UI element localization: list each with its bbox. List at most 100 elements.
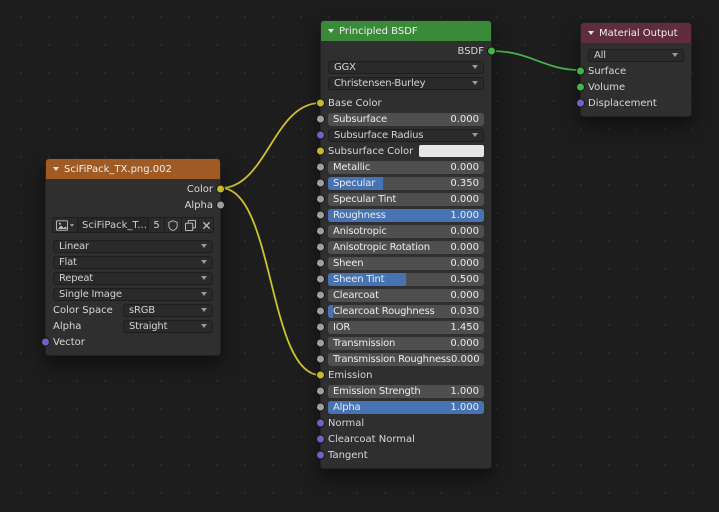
browse-image-button[interactable] — [52, 217, 78, 233]
socket-specular-tint-input[interactable] — [316, 195, 325, 204]
socket-clearcoat-input[interactable] — [316, 291, 325, 300]
chevron-down-icon — [472, 133, 478, 137]
base-color-label: Base Color — [328, 98, 382, 109]
material-output-header[interactable]: Material Output — [581, 23, 691, 43]
socket-clearcoat-roughness-input[interactable] — [316, 307, 325, 316]
clearcoat-slider[interactable]: Clearcoat0.000 — [328, 289, 484, 302]
principled-row-roughness: Roughness1.000 — [321, 207, 491, 223]
copy-icon — [185, 220, 196, 231]
principled-row-transmission-roughness: Transmission Roughness0.000 — [321, 351, 491, 367]
transmission-slider[interactable]: Transmission0.000 — [328, 337, 484, 350]
interpolation-select[interactable]: Linear — [53, 240, 213, 253]
principled-row-alpha: Alpha1.000 — [321, 399, 491, 415]
socket-roughness-input[interactable] — [316, 211, 325, 220]
chevron-down-icon — [201, 292, 207, 296]
subsurface-slider[interactable]: Subsurface0.000 — [328, 113, 484, 126]
socket-subsurface-color-input[interactable] — [316, 147, 325, 156]
transmission-roughness-slider[interactable]: Transmission Roughness0.000 — [328, 353, 484, 366]
shield-icon — [168, 220, 178, 231]
roughness-slider[interactable]: Roughness1.000 — [328, 209, 484, 222]
socket-sheen-tint-input[interactable] — [316, 275, 325, 284]
specular-tint-slider[interactable]: Specular Tint0.000 — [328, 193, 484, 206]
material-output-node[interactable]: Material Output All Surface Volume Displ… — [580, 22, 692, 117]
socket-specular-input[interactable] — [316, 179, 325, 188]
alpha-slider[interactable]: Alpha1.000 — [328, 401, 484, 414]
collapse-chevron-icon[interactable] — [53, 167, 59, 171]
socket-normal-input[interactable] — [316, 419, 325, 428]
image-texture-node[interactable]: SciFiPack_TX.png.002 Color Alpha — [45, 158, 221, 356]
clearcoat-roughness-slider[interactable]: Clearcoat Roughness0.030 — [328, 305, 484, 318]
principled-bsdf-header[interactable]: Principled BSDF — [321, 21, 491, 41]
subsurface-color-swatch[interactable] — [419, 145, 484, 157]
principled-row-anisotropic-rotation: Anisotropic Rotation0.000 — [321, 239, 491, 255]
slider-label: Sheen Tint — [328, 274, 384, 285]
unlink-image-button[interactable] — [198, 217, 214, 233]
socket-emission-input[interactable] — [316, 371, 325, 380]
sheen-slider[interactable]: Sheen0.000 — [328, 257, 484, 270]
socket-bsdf-output[interactable] — [487, 47, 496, 56]
anisotropic-slider[interactable]: Anisotropic 0.000 — [328, 225, 484, 238]
emission-label: Emission — [328, 370, 373, 381]
emission-strength-slider[interactable]: Emission Strength1.000 — [328, 385, 484, 398]
socket-anisotropic-rotation-input[interactable] — [316, 243, 325, 252]
source-select[interactable]: Single Image — [53, 288, 213, 301]
copy-image-button[interactable] — [181, 217, 199, 233]
principled-row-metallic: Metallic0.000 — [321, 159, 491, 175]
users-count-button[interactable]: 5 — [148, 217, 165, 233]
socket-subsurface-radius-input[interactable] — [316, 131, 325, 140]
subsurface-radius-select[interactable]: Subsurface Radius — [328, 129, 484, 142]
slider-value: 0.000 — [451, 354, 484, 365]
tangent-label: Tangent — [328, 450, 368, 461]
output-row-bsdf: BSDF — [321, 43, 491, 59]
chevron-down-icon — [472, 81, 478, 85]
sheen-tint-slider[interactable]: Sheen Tint0.500 — [328, 273, 484, 286]
distribution-select[interactable]: GGX — [328, 61, 484, 74]
anisotropic-rotation-slider[interactable]: Anisotropic Rotation0.000 — [328, 241, 484, 254]
slider-label: Clearcoat Roughness — [328, 306, 435, 317]
slider-label: Anisotropic — [328, 226, 387, 237]
projection-select[interactable]: Flat — [53, 256, 213, 269]
slider-label: Anisotropic Rotation — [328, 242, 430, 253]
socket-metallic-input[interactable] — [316, 163, 325, 172]
socket-anisotropic-input[interactable] — [316, 227, 325, 236]
collapse-chevron-icon[interactable] — [588, 31, 594, 35]
socket-transmission-roughness-input[interactable] — [316, 355, 325, 364]
socket-alpha-input[interactable] — [316, 403, 325, 412]
node-editor-canvas[interactable]: SciFiPack_TX.png.002 Color Alpha — [0, 0, 719, 512]
socket-color-output[interactable] — [216, 185, 225, 194]
alpha-mode-select[interactable]: Straight — [123, 320, 213, 333]
color-space-label: Color Space — [53, 305, 113, 316]
color-space-select[interactable]: sRGB — [123, 304, 213, 317]
extension-select[interactable]: Repeat — [53, 272, 213, 285]
alpha-mode-row: Alpha Straight — [46, 318, 220, 334]
subsurface-method-select[interactable]: Christensen-Burley — [328, 77, 484, 90]
principled-bsdf-node[interactable]: Principled BSDF BSDF GGX Christensen-Bur… — [320, 20, 492, 469]
slider-value: 0.000 — [450, 194, 484, 205]
output-target-select[interactable]: All — [588, 49, 684, 62]
collapse-chevron-icon[interactable] — [328, 29, 334, 33]
image-name-field[interactable]: SciFiPack_T... — [77, 217, 149, 233]
principled-row-normal: Normal — [321, 415, 491, 431]
socket-ior-input[interactable] — [316, 323, 325, 332]
subsurface-method-value: Christensen-Burley — [329, 78, 425, 89]
socket-alpha-output[interactable] — [216, 201, 225, 210]
socket-vector-input[interactable] — [41, 338, 50, 347]
select-label: Subsurface Radius — [329, 130, 423, 141]
socket-sheen-input[interactable] — [316, 259, 325, 268]
socket-transmission-input[interactable] — [316, 339, 325, 348]
socket-clearcoat-normal-input[interactable] — [316, 435, 325, 444]
image-texture-header[interactable]: SciFiPack_TX.png.002 — [46, 159, 220, 179]
slider-value: 0.000 — [450, 338, 484, 349]
socket-subsurface-input[interactable] — [316, 115, 325, 124]
ior-slider[interactable]: IOR1.450 — [328, 321, 484, 334]
specular-slider[interactable]: Specular0.350 — [328, 177, 484, 190]
slider-value: 0.000 — [450, 226, 484, 237]
socket-base-color-input[interactable] — [316, 99, 325, 108]
fake-user-button[interactable] — [164, 217, 182, 233]
socket-surface-input[interactable] — [576, 67, 585, 76]
socket-volume-input[interactable] — [576, 83, 585, 92]
metallic-slider[interactable]: Metallic0.000 — [328, 161, 484, 174]
socket-emission-strength-input[interactable] — [316, 387, 325, 396]
socket-displacement-input[interactable] — [576, 99, 585, 108]
socket-tangent-input[interactable] — [316, 451, 325, 460]
